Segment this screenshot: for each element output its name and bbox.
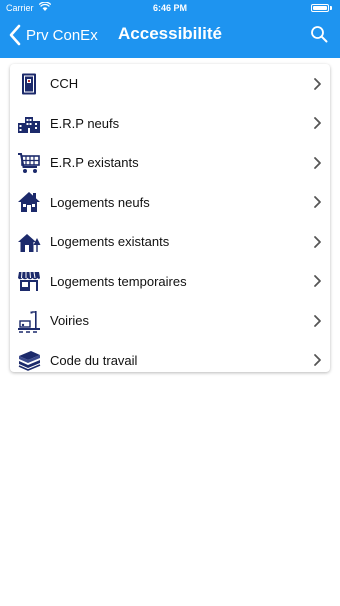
list-item-label: Code du travail	[50, 352, 138, 368]
category-list: CCH E.R.P neufs E.R.P existants Logement…	[10, 64, 330, 372]
shop-awning-icon	[16, 268, 42, 294]
list-item-code-du-travail[interactable]: Code du travail	[10, 341, 330, 381]
list-item-erp-neufs[interactable]: E.R.P neufs	[10, 104, 330, 144]
chevron-right-icon	[314, 196, 321, 209]
list-item-logements-neufs[interactable]: Logements neufs	[10, 183, 330, 223]
status-bar: Carrier 6:46 PM	[0, 0, 340, 16]
list-item-cch[interactable]: CCH	[10, 64, 330, 104]
list-item-erp-existants[interactable]: E.R.P existants	[10, 143, 330, 183]
list-item-logements-temporaires[interactable]: Logements temporaires	[10, 262, 330, 302]
shopping-cart-icon	[16, 150, 42, 176]
chevron-right-icon	[314, 117, 321, 130]
list-item-label: CCH	[50, 76, 79, 92]
list-item-label: Logements neufs	[50, 194, 150, 210]
list-item-label: Logements temporaires	[50, 273, 187, 289]
list-item-label: Voiries	[50, 313, 90, 329]
navigation-header: Carrier 6:46 PM Prv ConEx Accessibilité	[0, 0, 340, 58]
book-icon	[16, 71, 42, 97]
battery-cap	[330, 6, 332, 10]
chevron-right-icon	[314, 314, 321, 327]
chevron-right-icon	[314, 156, 321, 169]
back-button[interactable]: Prv ConEx	[8, 22, 98, 48]
chevron-right-icon	[314, 77, 321, 90]
chevron-right-icon	[314, 275, 321, 288]
house-tree-icon	[16, 229, 42, 255]
chevron-right-icon	[314, 354, 321, 367]
battery-icon	[311, 4, 329, 12]
stacked-papers-icon	[16, 347, 42, 373]
buildings-icon	[16, 110, 42, 136]
search-icon[interactable]	[310, 25, 328, 43]
house-icon	[16, 189, 42, 215]
chevron-left-icon	[9, 24, 21, 46]
list-item-label: E.R.P neufs	[50, 115, 120, 131]
list-item-logements-existants[interactable]: Logements existants	[10, 222, 330, 262]
chevron-right-icon	[314, 235, 321, 248]
clock-label: 6:46 PM	[152, 3, 187, 13]
list-item-label: Logements existants	[50, 234, 170, 250]
street-icon	[16, 308, 42, 334]
back-button-label: Prv ConEx	[26, 26, 98, 44]
list-item-voiries[interactable]: Voiries	[10, 301, 330, 341]
list-item-label: E.R.P existants	[50, 155, 139, 171]
